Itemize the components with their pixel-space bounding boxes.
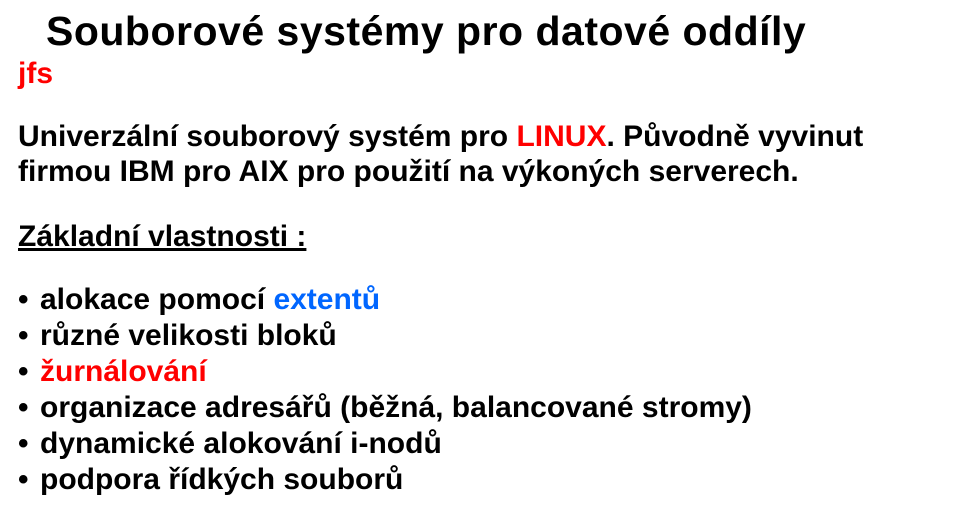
bullet-pre: organizace adresářů (běžná, balancované … [40, 391, 752, 424]
bullet-pre: alokace pomocí [40, 283, 273, 316]
intro-paragraph: Univerzální souborový systém pro LINUX. … [18, 119, 941, 190]
bullet-pre: podpora řídkých souborů [40, 463, 403, 496]
paragraph-linux: LINUX [516, 120, 606, 153]
bullet-pre: dynamické alokování i-nodů [40, 427, 442, 460]
paragraph-part1: Univerzální souborový systém pro [18, 120, 516, 153]
bullet-colored: extentů [273, 283, 380, 316]
list-item: žurnálování [18, 354, 941, 390]
slide-subtitle: jfs [18, 57, 941, 91]
list-item: alokace pomocí extentů [18, 282, 941, 318]
bullet-list: alokace pomocí extentů různé velikosti b… [18, 282, 941, 498]
list-item: organizace adresářů (běžná, balancované … [18, 390, 941, 426]
list-item: podpora řídkých souborů [18, 462, 941, 498]
section-header: Základní vlastnosti : [18, 220, 941, 254]
bullet-colored: žurnálování [40, 355, 207, 388]
list-item: dynamické alokování i-nodů [18, 426, 941, 462]
bullet-pre: různé velikosti bloků [40, 319, 337, 352]
slide-title: Souborové systémy pro datové oddíly [46, 8, 941, 55]
list-item: různé velikosti bloků [18, 318, 941, 354]
